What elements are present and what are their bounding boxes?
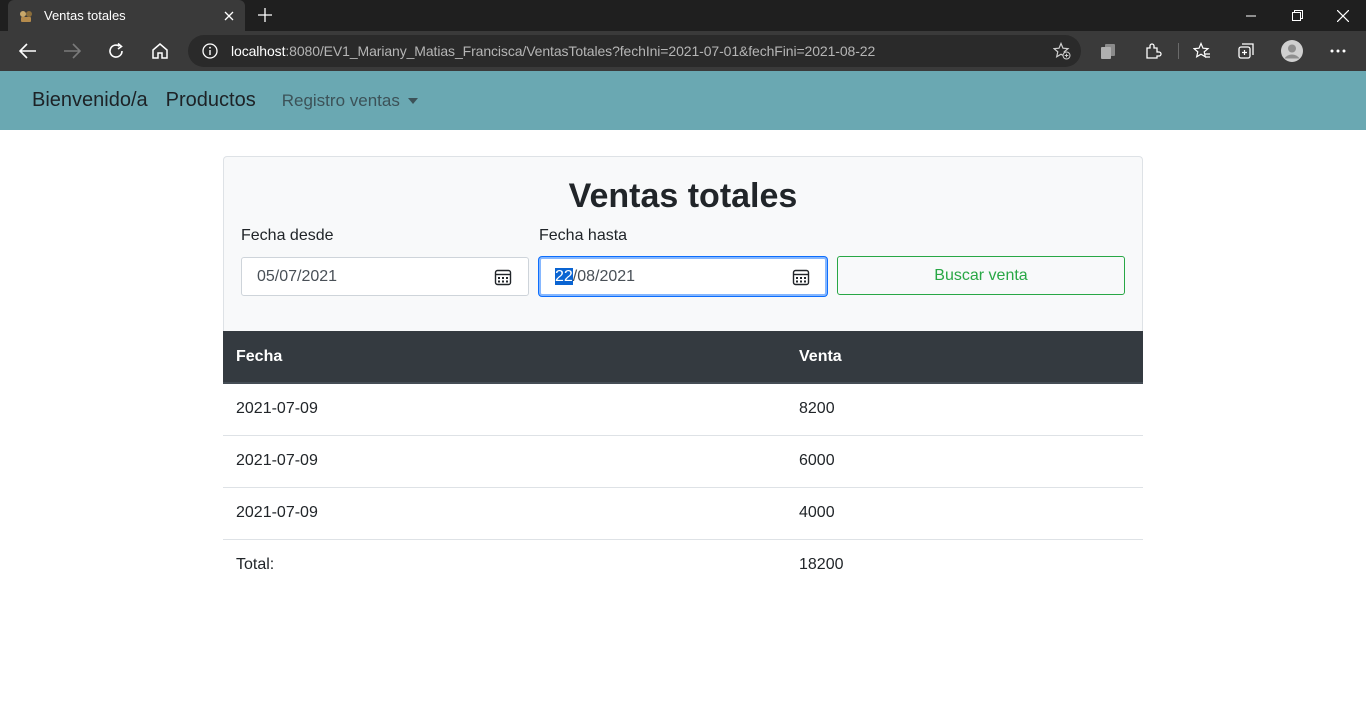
home-icon[interactable]: [146, 37, 174, 65]
close-window-icon[interactable]: [1320, 0, 1366, 31]
row-sale-cell: 4000: [786, 487, 1143, 540]
site-favicon-icon: [18, 8, 34, 24]
extensions-icon[interactable]: [1139, 37, 1167, 65]
total-label: Total:: [236, 556, 275, 574]
url-host: localhost: [231, 43, 286, 59]
table-header-row: Fecha Venta: [223, 331, 1143, 384]
nav-brand-link[interactable]: Bienvenido/a: [32, 89, 148, 112]
table-row: 2021-07-09 8200: [223, 383, 1143, 436]
address-bar[interactable]: localhost:8080/EV1_Mariany_Matias_Franci…: [188, 35, 1081, 67]
site-navbar: Bienvenido/a Productos Registro ventas: [0, 71, 1366, 130]
add-favorite-icon[interactable]: [1052, 41, 1071, 60]
browser-tab[interactable]: Ventas totales: [8, 0, 245, 31]
to-date-rest: /08/2021: [572, 267, 636, 285]
forward-icon[interactable]: [58, 37, 86, 65]
restore-icon[interactable]: [1274, 0, 1320, 31]
url-text: localhost:8080/EV1_Mariany_Matias_Franci…: [231, 43, 875, 59]
from-date-label: Fecha desde: [241, 227, 334, 244]
profile-avatar-icon[interactable]: [1278, 37, 1306, 65]
to-date-input[interactable]: 22/08/2021: [539, 257, 827, 296]
to-date-label: Fecha hasta: [539, 227, 628, 244]
tab-title: Ventas totales: [44, 8, 126, 23]
caret-down-icon: [407, 97, 418, 104]
from-date-input[interactable]: 05/07/2021: [241, 257, 529, 296]
collections-pages-icon[interactable]: [1094, 37, 1122, 65]
new-tab-icon[interactable]: [254, 4, 276, 26]
table-row: 2021-07-09 4000: [223, 487, 1143, 540]
more-menu-icon[interactable]: [1324, 37, 1352, 65]
minimize-icon[interactable]: [1228, 0, 1274, 31]
url-path: :8080/EV1_Mariany_Matias_Francisca/Venta…: [285, 43, 876, 59]
row-sale-cell: 6000: [786, 435, 1143, 488]
site-info-icon[interactable]: [201, 42, 219, 60]
row-date-cell: 2021-07-09: [223, 435, 786, 488]
column-header-date: Fecha: [223, 331, 786, 384]
collections-icon[interactable]: [1232, 37, 1260, 65]
browser-tabbar: Ventas totales: [0, 0, 1366, 31]
row-sale-cell: 8200: [786, 383, 1143, 436]
search-card: Ventas totales Fecha desde 05/07/2021 Fe…: [223, 156, 1143, 332]
page-title: Ventas totales: [568, 177, 798, 215]
row-date-cell: 2021-07-09: [223, 487, 786, 540]
close-tab-icon[interactable]: [217, 4, 241, 28]
row-date-cell: 2021-07-09: [223, 383, 786, 436]
favorites-icon[interactable]: [1188, 37, 1216, 65]
calendar-icon[interactable]: [792, 268, 810, 286]
toolbar-divider: [1178, 43, 1179, 59]
nav-sales-dropdown[interactable]: Registro ventas: [282, 91, 418, 111]
from-date-value: 05/07/2021: [257, 267, 338, 285]
column-header-sale: Venta: [786, 331, 1143, 384]
table-row: 2021-07-09 6000: [223, 435, 1143, 488]
calendar-icon[interactable]: [494, 268, 512, 286]
total-value: 18200: [799, 556, 844, 574]
total-row: Total: 18200: [223, 539, 1143, 591]
sales-table: Fecha Venta 2021-07-09 8200 2021-07-09 6…: [223, 331, 1143, 591]
search-sales-button[interactable]: Buscar venta: [837, 256, 1125, 295]
browser-toolbar: localhost:8080/EV1_Mariany_Matias_Franci…: [0, 31, 1366, 71]
to-date-value: 22/08/2021: [555, 267, 636, 286]
back-icon[interactable]: [14, 37, 42, 65]
nav-sales-dropdown-label: Registro ventas: [281, 90, 400, 110]
nav-products-link[interactable]: Productos: [166, 89, 256, 112]
reload-icon[interactable]: [102, 37, 130, 65]
to-date-selected-segment: 22: [555, 267, 573, 285]
